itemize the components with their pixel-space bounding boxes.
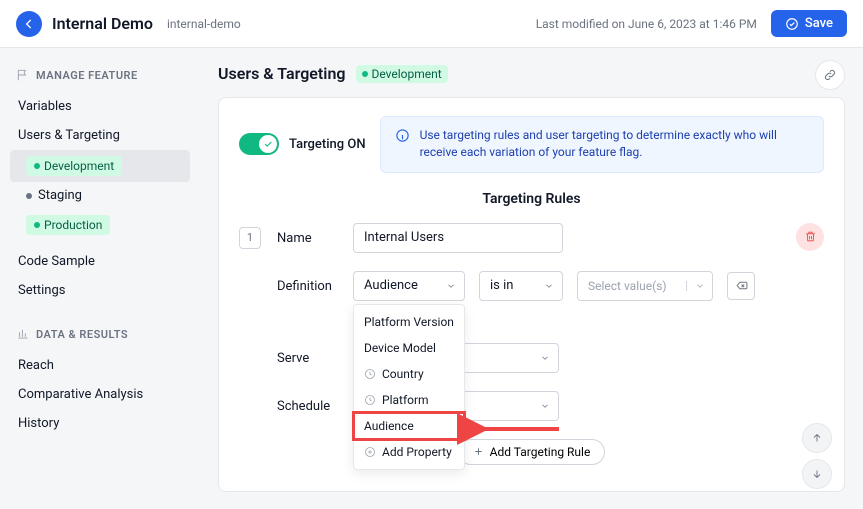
- name-field-label: Name: [277, 223, 335, 246]
- sidebar-item-reach[interactable]: Reach: [10, 351, 190, 380]
- property-dropdown: Platform Version Device Model Country Pl…: [353, 304, 465, 470]
- clock-icon: [364, 368, 376, 380]
- arrow-down-icon: [811, 468, 823, 480]
- save-button-label: Save: [805, 16, 833, 31]
- arrow-up-icon: [811, 432, 823, 444]
- delete-rule-button[interactable]: [796, 223, 824, 251]
- flag-icon: [16, 68, 30, 82]
- add-targeting-rule-button[interactable]: Add Targeting Rule: [458, 439, 606, 465]
- main-content: Users & Targeting Development Targeting …: [200, 48, 863, 508]
- dropdown-option-platform[interactable]: Platform: [354, 387, 464, 413]
- info-banner: Use targeting rules and user targeting t…: [380, 116, 824, 173]
- last-modified-text: Last modified on June 6, 2023 at 1:46 PM: [536, 17, 757, 31]
- dropdown-option-platform-version[interactable]: Platform Version: [354, 309, 464, 335]
- chevron-down-icon: [544, 281, 554, 291]
- add-rule-label: Add Targeting Rule: [490, 445, 591, 459]
- dropdown-option-country[interactable]: Country: [354, 361, 464, 387]
- trash-icon: [804, 230, 817, 243]
- sidebar-item-users-targeting[interactable]: Users & Targeting: [10, 121, 190, 150]
- sidebar-item-variables[interactable]: Variables: [10, 92, 190, 121]
- environment-pill: Development: [356, 65, 448, 83]
- operator-select-value: is in: [490, 278, 513, 293]
- rule-number: 1: [239, 227, 261, 249]
- value-multiselect[interactable]: Select value(s): [577, 271, 713, 301]
- sidebar: MANAGE FEATURE Variables Users & Targeti…: [0, 48, 200, 508]
- chart-icon: [16, 327, 30, 341]
- sidebar-item-code-sample[interactable]: Code Sample: [10, 247, 190, 276]
- sidebar-item-settings[interactable]: Settings: [10, 276, 190, 305]
- check-icon: [263, 139, 273, 149]
- backspace-icon: [735, 279, 748, 292]
- clock-icon: [364, 394, 376, 406]
- chevron-down-icon: [540, 401, 550, 411]
- top-bar: Internal Demo internal-demo Last modifie…: [0, 0, 863, 48]
- rules-section-title: Targeting Rules: [239, 191, 824, 207]
- sidebar-item-comparative[interactable]: Comparative Analysis: [10, 380, 190, 409]
- property-select-value: Audience: [364, 278, 418, 293]
- property-select[interactable]: Audience: [353, 271, 465, 301]
- sidebar-item-history[interactable]: History: [10, 409, 190, 438]
- chevron-down-icon: [446, 281, 456, 291]
- value-placeholder: Select value(s): [578, 279, 686, 293]
- targeting-card: Targeting ON Use targeting rules and use…: [218, 97, 845, 492]
- schedule-field-label: Schedule: [277, 391, 335, 414]
- chevron-down-icon: [695, 281, 705, 291]
- sidebar-env-development[interactable]: Development: [10, 150, 190, 182]
- plus-circle-icon: [364, 446, 376, 458]
- info-text: Use targeting rules and user targeting t…: [420, 127, 809, 162]
- env-label: Staging: [38, 188, 82, 203]
- sidebar-env-production[interactable]: Production: [10, 209, 190, 241]
- sidebar-section-label: DATA & RESULTS: [36, 328, 128, 341]
- operator-select[interactable]: is in: [479, 271, 563, 301]
- sidebar-env-staging[interactable]: Staging: [10, 182, 190, 209]
- copy-link-button[interactable]: [815, 60, 845, 90]
- env-label: Production: [44, 218, 102, 232]
- toggle-label: Targeting ON: [289, 137, 366, 152]
- page-title: Users & Targeting: [218, 64, 346, 83]
- feature-slug: internal-demo: [167, 17, 241, 31]
- serve-field-label: Serve: [277, 343, 335, 366]
- sidebar-section-label: MANAGE FEATURE: [36, 69, 138, 82]
- move-rule-down-button[interactable]: [802, 459, 832, 489]
- save-button[interactable]: Save: [771, 10, 847, 37]
- sidebar-section-manage: MANAGE FEATURE: [10, 62, 190, 92]
- dropdown-option-add-property[interactable]: Add Property: [354, 439, 464, 465]
- targeting-rule: 1 Name Definition Audien: [239, 223, 824, 421]
- targeting-toggle[interactable]: [239, 133, 279, 155]
- env-label: Development: [44, 159, 114, 173]
- definition-field-label: Definition: [277, 271, 335, 294]
- feature-title: Internal Demo: [52, 14, 153, 33]
- rule-name-input[interactable]: [353, 223, 563, 253]
- plus-icon: [473, 446, 484, 457]
- clear-definition-button[interactable]: [727, 272, 755, 300]
- link-icon: [823, 68, 837, 82]
- dropdown-option-device-model[interactable]: Device Model: [354, 335, 464, 361]
- info-icon: [395, 128, 410, 143]
- sidebar-section-data: DATA & RESULTS: [10, 321, 190, 351]
- dropdown-option-audience[interactable]: Audience: [354, 413, 464, 439]
- move-rule-up-button[interactable]: [802, 423, 832, 453]
- chevron-down-icon: [540, 353, 550, 363]
- back-button[interactable]: [16, 11, 42, 37]
